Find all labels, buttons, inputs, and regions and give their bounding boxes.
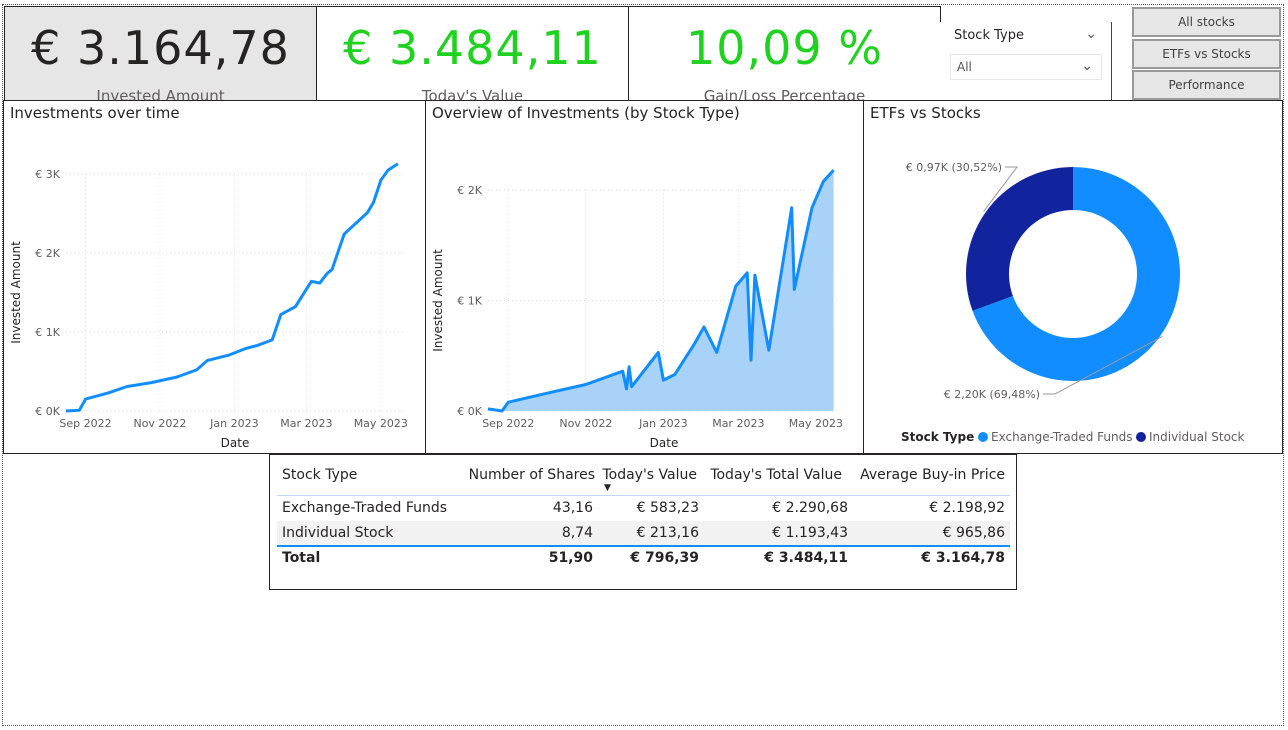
- y-tick-label: € 1K: [35, 326, 60, 339]
- y-tick-label: € 2K: [457, 184, 482, 197]
- total-todays-value: € 796,39: [630, 550, 699, 566]
- row-todays-value: € 213,16: [636, 525, 699, 541]
- legend-title: Stock Type: [901, 430, 974, 444]
- x-tick-label: Nov 2022: [559, 417, 612, 430]
- total-label: Total: [282, 550, 321, 566]
- investments-over-time-chart[interactable]: € 0K € 1K € 2K € 3K Sep 2022 Nov 2022 Jan 2023…: [4, 101, 425, 453]
- slicer-dropdown[interactable]: All ⌄: [950, 54, 1102, 80]
- col-header-average-buyin-price[interactable]: Average Buy-in Price: [847, 463, 1005, 488]
- kpi-today-value: € 3.484,11: [343, 21, 602, 75]
- kpi-gain-label: Gain/Loss Percentage: [703, 87, 866, 101]
- kpi-gain-value: 10,09 %: [685, 21, 884, 75]
- col-header-todays-total-value[interactable]: Today's Total Value: [702, 463, 842, 488]
- y-tick-label: € 0K: [35, 405, 60, 418]
- donut-data-label: € 2,20K (69,48%): [944, 388, 1040, 401]
- slicer-selected-value: All: [957, 60, 972, 74]
- table-row[interactable]: Individual Stock 8,74 € 213,16 € 1.193,4…: [277, 521, 1010, 546]
- row-stock-type: Exchange-Traded Funds: [282, 500, 448, 516]
- investments-over-time-panel: Investments over time € 0K € 1K € 2K € 3K Se…: [3, 100, 426, 454]
- col-header-todays-value[interactable]: Today's Value: [597, 463, 697, 488]
- legend-item-stock: Individual Stock: [1149, 430, 1245, 444]
- kpi-today-card: € 3.484,11 Today's Value: [316, 6, 629, 101]
- row-todays-value: € 583,23: [636, 500, 699, 516]
- x-axis-title: Date: [650, 436, 679, 450]
- row-number-of-shares: 8,74: [561, 525, 593, 541]
- etfs-vs-stocks-donut[interactable]: € 2,20K (69,48%) € 0,97K (30,52%) Stock Ty…: [864, 101, 1282, 453]
- x-tick-label: Sep 2022: [482, 417, 534, 430]
- x-tick-label: Mar 2023: [712, 417, 764, 430]
- total-todays-total-value: € 3.484,11: [764, 550, 848, 566]
- row-number-of-shares: 43,16: [552, 500, 593, 516]
- table-row[interactable]: Exchange-Traded Funds 43,16 € 583,23 € 2…: [277, 496, 1010, 521]
- total-average-buyin-price: € 3.164,78: [921, 550, 1005, 566]
- x-tick-label: May 2023: [789, 417, 843, 430]
- donut-data-label: € 0,97K (30,52%): [906, 161, 1002, 174]
- y-tick-label: € 0K: [457, 405, 482, 418]
- kpi-gain-card: 10,09 % Gain/Loss Percentage: [628, 6, 941, 101]
- x-tick-label: Jan 2023: [638, 417, 687, 430]
- chevron-down-icon: ⌄: [1081, 58, 1093, 74]
- slicer-collapse-chevron-icon[interactable]: ⌄: [1085, 26, 1097, 42]
- x-tick-label: May 2023: [354, 417, 408, 430]
- row-average-buyin-price: € 965,86: [942, 525, 1005, 541]
- x-tick-label: Sep 2022: [59, 417, 111, 430]
- y-tick-label: € 2K: [35, 247, 60, 260]
- performance-button[interactable]: Performance: [1132, 70, 1281, 100]
- y-tick-label: € 3K: [35, 168, 60, 181]
- kpi-today-label: Today's Value: [421, 87, 524, 101]
- col-header-number-of-shares[interactable]: Number of Shares: [447, 463, 595, 488]
- series-area-fill: [488, 170, 834, 411]
- overview-by-type-chart[interactable]: € 0K € 1K € 2K Sep 2022 Nov 2022 Jan 2023 Mar …: [426, 101, 863, 453]
- table-header-row: Stock Type Number of Shares Today's Valu…: [277, 463, 1010, 493]
- y-axis-title: Invested Amount: [9, 241, 23, 344]
- row-todays-total-value: € 2.290,68: [772, 500, 848, 516]
- total-number-of-shares: 51,90: [548, 550, 593, 566]
- etfs-vs-stocks-button[interactable]: ETFs vs Stocks: [1132, 39, 1281, 69]
- row-average-buyin-price: € 2.198,92: [929, 500, 1005, 516]
- slicer-title: Stock Type: [954, 28, 1024, 43]
- legend-item-etf: Exchange-Traded Funds: [991, 430, 1132, 444]
- table-total-row: Total 51,90 € 796,39 € 3.484,11 € 3.164,…: [277, 546, 1010, 571]
- donut-slice: [966, 167, 1073, 311]
- col-header-stock-type[interactable]: Stock Type: [282, 463, 357, 488]
- x-tick-label: Mar 2023: [280, 417, 332, 430]
- kpi-invested-card: € 3.164,78 Invested Amount: [4, 6, 317, 101]
- row-stock-type: Individual Stock: [282, 525, 394, 541]
- x-axis-title: Date: [221, 436, 250, 450]
- overview-by-type-panel: Overview of Investments (by Stock Type) …: [425, 100, 864, 454]
- y-tick-label: € 1K: [457, 295, 482, 308]
- kpi-invested-label: Invested Amount: [96, 87, 225, 101]
- x-tick-label: Jan 2023: [209, 417, 258, 430]
- etfs-vs-stocks-panel: ETFs vs Stocks € 2,20K (69,48%) € 0,97K (…: [863, 100, 1283, 454]
- row-todays-total-value: € 1.193,43: [772, 525, 848, 541]
- all-stocks-button[interactable]: All stocks: [1132, 7, 1281, 37]
- stock-type-slicer: Stock Type ⌄ All ⌄: [940, 22, 1112, 102]
- holdings-table: Stock Type Number of Shares Today's Valu…: [269, 454, 1017, 590]
- x-tick-label: Nov 2022: [133, 417, 186, 430]
- legend-marker-stock: [1136, 432, 1146, 442]
- legend-marker-etf: [978, 432, 988, 442]
- y-axis-title: Invested Amount: [431, 249, 445, 352]
- kpi-invested-value: € 3.164,78: [31, 21, 290, 75]
- series-line: [65, 162, 399, 413]
